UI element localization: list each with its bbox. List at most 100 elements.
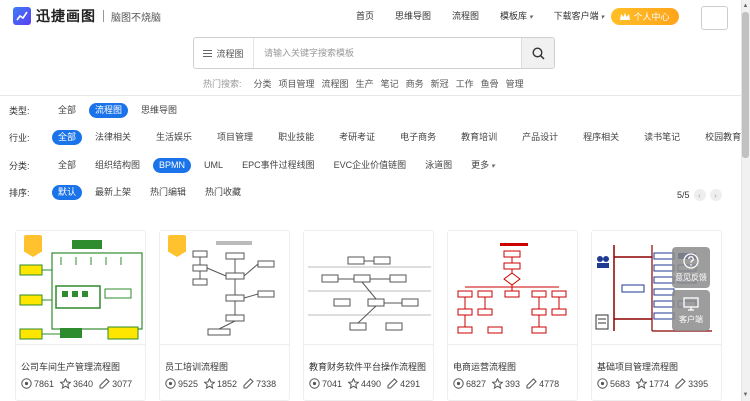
- scroll-down-icon[interactable]: ▼: [742, 391, 749, 399]
- client-button[interactable]: 客户端: [672, 290, 710, 331]
- hot-term[interactable]: 管理: [506, 77, 524, 90]
- filter-option[interactable]: 生活娱乐: [150, 130, 198, 145]
- filter-option[interactable]: 读书笔记: [638, 130, 686, 145]
- hot-term[interactable]: 工作: [456, 77, 474, 90]
- filter-option[interactable]: 全部: [52, 103, 82, 118]
- search-icon: [531, 46, 545, 60]
- filter-option-selected[interactable]: 全部: [52, 129, 83, 145]
- nav-templates[interactable]: 模板库 ▾: [500, 9, 533, 22]
- nav-home[interactable]: 首页: [356, 9, 374, 22]
- filter-option[interactable]: 法律相关: [89, 130, 137, 145]
- filter-option[interactable]: 项目管理: [211, 130, 259, 145]
- nav-mindmap[interactable]: 思维导图: [395, 9, 431, 22]
- edit-icon: [99, 378, 110, 389]
- view-count-value: 5683: [610, 378, 631, 389]
- avatar[interactable]: [701, 6, 728, 30]
- filter-option[interactable]: 校园教育: [699, 130, 747, 145]
- filter-option[interactable]: 泳道图: [419, 158, 458, 173]
- star-count: 4490: [348, 378, 381, 389]
- template-title: 基础项目管理流程图: [597, 362, 679, 372]
- filter-option-selected[interactable]: 流程图: [89, 102, 129, 118]
- star-count-value: 1774: [649, 378, 670, 389]
- next-page-button[interactable]: ›: [709, 189, 722, 201]
- filter-option[interactable]: 职业技能: [272, 130, 320, 145]
- template-grid: 公司车间生产管理流程图 7861 3640 3077 员工培训流程图 9525 …: [0, 230, 741, 401]
- filter-row-type: 类型: 全部 流程图 思维导图: [9, 102, 190, 118]
- template-card[interactable]: 电商运营流程图 6827 393 4778: [447, 230, 578, 401]
- template-thumbnail[interactable]: [16, 231, 145, 345]
- filter-option[interactable]: 思维导图: [135, 103, 183, 118]
- client-label: 客户端: [679, 314, 703, 324]
- template-title: 员工培训流程图: [165, 362, 229, 372]
- edit-count: 7338: [243, 378, 276, 389]
- scroll-up-icon[interactable]: ▲: [742, 2, 749, 10]
- template-card[interactable]: 教育财务软件平台操作流程图 7041 4490 4291: [303, 230, 434, 401]
- feedback-button[interactable]: 意见反馈: [672, 247, 710, 288]
- template-card[interactable]: 员工培训流程图 9525 1852 7338: [159, 230, 290, 401]
- filter-option[interactable]: 产品设计: [516, 130, 564, 145]
- edit-count-value: 4291: [400, 378, 421, 389]
- nav-flowchart[interactable]: 流程图: [452, 9, 479, 22]
- nav-download-label: 下载客户端: [553, 11, 599, 21]
- logo-divider: [103, 10, 104, 22]
- star-icon: [60, 378, 72, 389]
- hot-term[interactable]: 分类: [254, 77, 272, 90]
- logo-slogan: 脑图不烧脑: [111, 12, 161, 24]
- filter-option[interactable]: 全部: [52, 158, 82, 173]
- hot-term[interactable]: 笔记: [381, 77, 399, 90]
- view-count-value: 7861: [34, 378, 55, 389]
- star-count-value: 393: [505, 378, 521, 389]
- hot-term[interactable]: 新冠: [431, 77, 449, 90]
- filter-option[interactable]: UML: [198, 158, 229, 173]
- hot-term[interactable]: 生产: [356, 77, 374, 90]
- view-count: 7041: [309, 378, 342, 389]
- edit-icon: [243, 378, 254, 389]
- hot-term[interactable]: 商务: [406, 77, 424, 90]
- hot-term[interactable]: 项目管理: [279, 77, 315, 90]
- filter-option[interactable]: 考研考证: [333, 130, 381, 145]
- edit-count-value: 3395: [688, 378, 709, 389]
- filter-row-sort: 排序: 默认 最新上架 热门编辑 热门收藏: [9, 184, 254, 200]
- logo-text: 迅捷画图: [36, 8, 96, 24]
- filter-label: 类型:: [9, 105, 30, 116]
- template-stats: 7041 4490 4291: [309, 378, 426, 389]
- template-title: 电商运营流程图: [453, 362, 517, 372]
- nav-download[interactable]: 下载客户端 ▾: [554, 9, 605, 22]
- eye-icon: [453, 378, 464, 389]
- filter-option[interactable]: 最新上架: [89, 185, 137, 200]
- hot-term[interactable]: 鱼骨: [481, 77, 499, 90]
- filter-option-selected[interactable]: 默认: [52, 184, 83, 200]
- filter-option-selected[interactable]: BPMN: [153, 157, 192, 173]
- filter-option[interactable]: 教育培训: [455, 130, 503, 145]
- edit-count-value: 3077: [112, 378, 133, 389]
- filter-option[interactable]: 程序相关: [577, 130, 625, 145]
- edit-icon: [387, 378, 398, 389]
- filter-option[interactable]: 热门收藏: [199, 185, 247, 200]
- prev-page-button[interactable]: ‹: [693, 189, 706, 201]
- logo[interactable]: 迅捷画图 脑图不烧脑: [13, 6, 161, 26]
- scrollbar-thumb[interactable]: [742, 12, 749, 158]
- filter-label: 分类:: [9, 160, 30, 171]
- flowchart-preview-icon: [308, 256, 431, 331]
- view-count-value: 6827: [466, 378, 487, 389]
- hot-term[interactable]: 流程图: [322, 77, 349, 90]
- chevron-down-icon: ▾: [529, 14, 533, 21]
- hot-search-label: 热门搜索:: [203, 79, 242, 89]
- search-button[interactable]: [521, 38, 554, 68]
- filter-option[interactable]: EVC企业价值链图: [328, 158, 413, 173]
- filter-row-industry: 行业: 全部 法律相关 生活娱乐 项目管理 职业技能 考研考证 电子商务 教育培…: [9, 129, 750, 145]
- edit-count-value: 7338: [256, 378, 277, 389]
- more-filter-button[interactable]: 更多 ▾: [465, 158, 501, 173]
- search-type-select[interactable]: 流程图: [194, 38, 254, 68]
- filter-option[interactable]: 组织结构图: [89, 158, 146, 173]
- template-thumbnail[interactable]: [160, 231, 289, 345]
- eye-icon: [309, 378, 320, 389]
- user-center-button[interactable]: 个人中心: [611, 8, 679, 25]
- search-input[interactable]: [254, 38, 521, 68]
- filter-option[interactable]: 热门编辑: [144, 185, 192, 200]
- template-card[interactable]: 公司车间生产管理流程图 7861 3640 3077: [15, 230, 146, 401]
- filter-option[interactable]: 电子商务: [394, 130, 442, 145]
- template-thumbnail[interactable]: [448, 231, 577, 345]
- template-thumbnail[interactable]: [304, 231, 433, 345]
- filter-option[interactable]: EPC事件过程线图: [236, 158, 321, 173]
